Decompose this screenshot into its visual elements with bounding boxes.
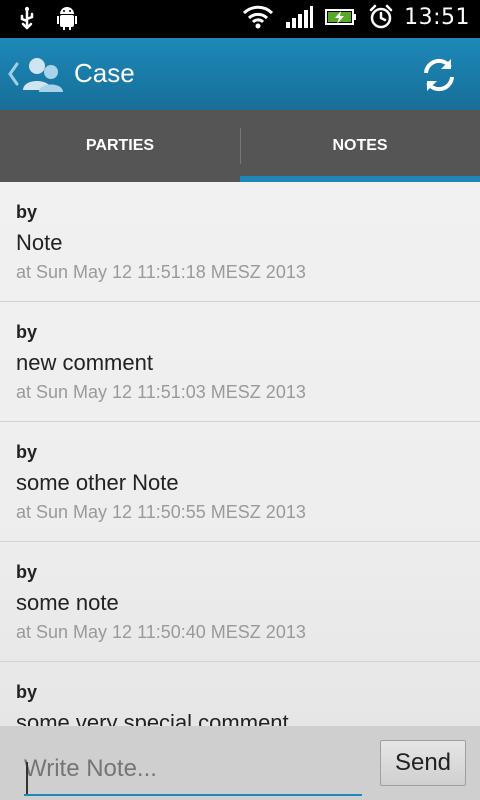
- tab-notes[interactable]: NOTES: [240, 110, 480, 182]
- signal-icon: [286, 6, 314, 28]
- tab-notes-label: NOTES: [332, 137, 388, 154]
- list-item[interactable]: by some note at Sun May 12 11:50:40 MESZ…: [0, 542, 480, 662]
- tab-divider: [240, 128, 241, 164]
- note-text: some note: [16, 590, 119, 615]
- send-button[interactable]: Send: [380, 740, 466, 786]
- chevron-left-icon[interactable]: [6, 60, 20, 88]
- note-input[interactable]: [16, 744, 364, 794]
- note-text: some other Note: [16, 470, 179, 495]
- note-timestamp: at Sun May 12 11:50:55 MESZ 2013: [16, 502, 306, 522]
- note-composer: Send: [0, 726, 480, 800]
- note-text: Note: [16, 230, 63, 255]
- note-author-label: by: [16, 442, 38, 462]
- list-item[interactable]: by some very special comment: [0, 662, 480, 726]
- note-author-label: by: [16, 202, 38, 222]
- note-author-label: by: [16, 562, 38, 582]
- status-bar: 13:51: [0, 0, 480, 38]
- action-bar: Case: [0, 38, 480, 110]
- usb-icon: [20, 6, 34, 30]
- status-clock: 13:51: [404, 4, 470, 30]
- tab-parties-label: PARTIES: [85, 137, 155, 154]
- note-text: some very special comment: [16, 710, 289, 726]
- wifi-icon: [243, 5, 274, 29]
- note-timestamp: at Sun May 12 11:51:03 MESZ 2013: [16, 382, 306, 402]
- list-item[interactable]: by new comment at Sun May 12 11:51:03 ME…: [0, 302, 480, 422]
- page-title: Case: [74, 58, 135, 88]
- battery-charging-icon: [325, 9, 357, 25]
- notes-list[interactable]: by Note at Sun May 12 11:51:18 MESZ 2013…: [0, 182, 480, 726]
- note-timestamp: at Sun May 12 11:50:40 MESZ 2013: [16, 622, 306, 642]
- send-button-label: Send: [394, 749, 452, 776]
- text-cursor: [26, 762, 28, 796]
- list-item[interactable]: by some other Note at Sun May 12 11:50:5…: [0, 422, 480, 542]
- refresh-icon[interactable]: [420, 56, 458, 94]
- people-icon[interactable]: [22, 54, 64, 94]
- android-debug-icon: [57, 7, 77, 30]
- input-underline: [24, 794, 362, 796]
- note-text: new comment: [16, 350, 153, 375]
- tab-parties[interactable]: PARTIES: [0, 110, 240, 182]
- alarm-icon: [369, 4, 393, 29]
- note-author-label: by: [16, 682, 38, 702]
- note-author-label: by: [16, 322, 38, 342]
- list-item[interactable]: by Note at Sun May 12 11:51:18 MESZ 2013: [0, 182, 480, 302]
- note-timestamp: at Sun May 12 11:51:18 MESZ 2013: [16, 262, 306, 282]
